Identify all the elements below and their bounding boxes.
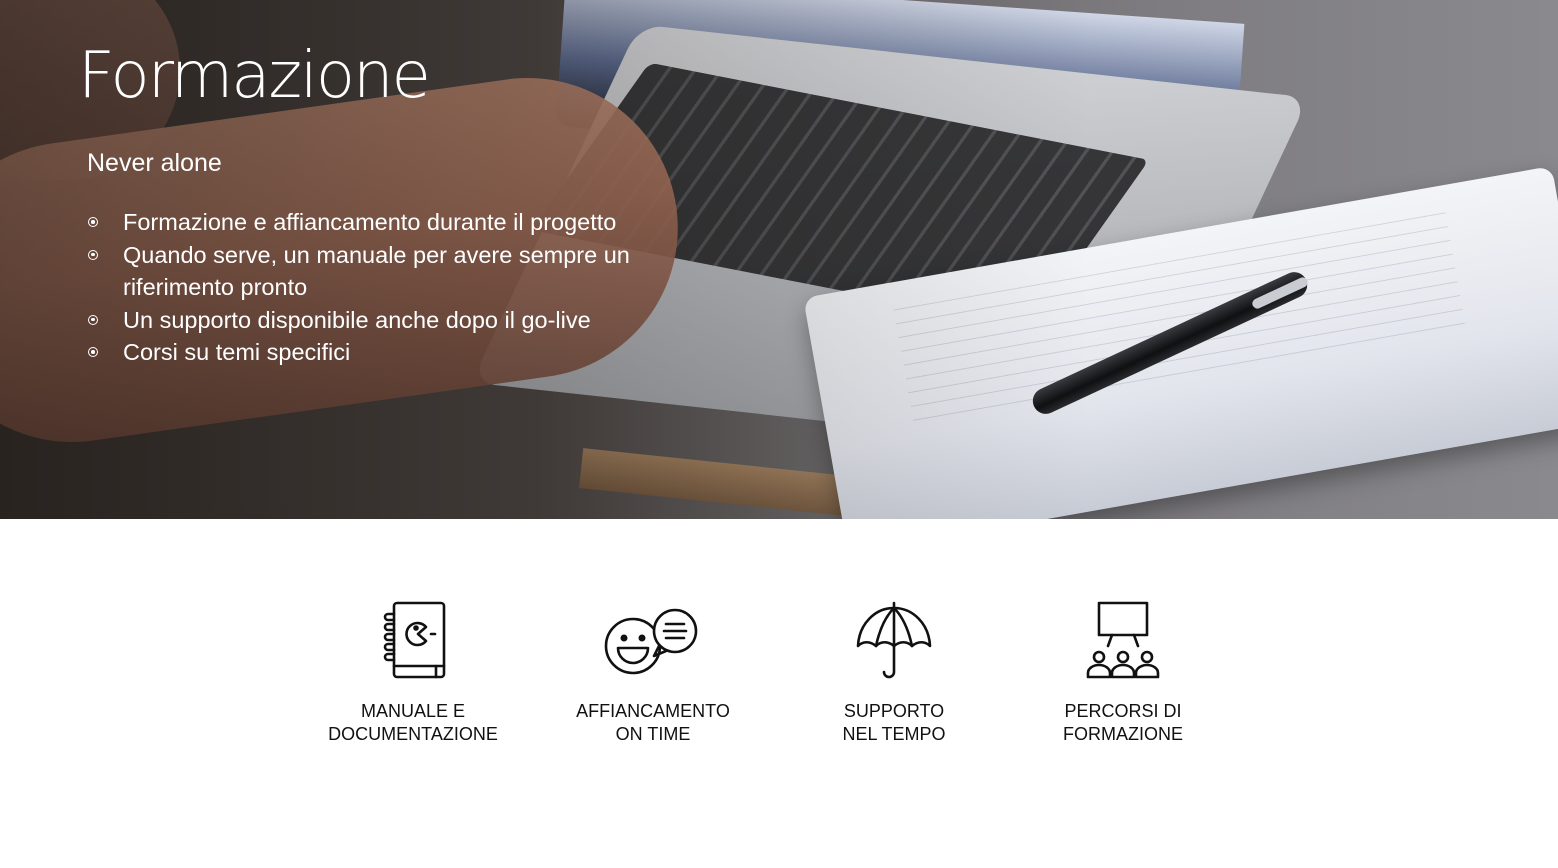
feature-label: SUPPORTO NEL TEMPO: [794, 700, 994, 746]
feature-percorsi: PERCORSI DI FORMAZIONE: [1023, 600, 1223, 746]
hero-banner: Formazione Never alone Formazione e affi…: [0, 0, 1558, 519]
feature-label-line2: NEL TEMPO: [842, 724, 946, 744]
feature-label-line1: AFFIANCAMENTO: [576, 701, 730, 721]
bullet-text: Corsi su temi specifici: [123, 339, 351, 365]
bullet-list: Formazione e affiancamento durante il pr…: [88, 206, 668, 369]
bullet-icon: [88, 314, 98, 325]
bullet-icon: [88, 347, 98, 357]
list-item: Corsi su temi specifici: [88, 336, 668, 369]
bullet-icon: [88, 217, 98, 227]
manual-book-icon: [383, 601, 446, 679]
page-subtitle: Never alone: [87, 149, 222, 177]
list-item: Formazione e affiancamento durante il pr…: [88, 206, 668, 239]
feature-manual: MANUALE E DOCUMENTAZIONE: [313, 600, 513, 746]
bullet-text: Quando serve, un manuale per avere sempr…: [123, 241, 630, 301]
feature-affiancamento: AFFIANCAMENTO ON TIME: [553, 600, 753, 746]
feature-label-line1: SUPPORTO: [843, 701, 945, 721]
presentation-audience-icon: [1086, 601, 1160, 679]
bullet-text: Formazione e affiancamento durante il pr…: [123, 209, 617, 235]
feature-label: PERCORSI DI FORMAZIONE: [1023, 700, 1223, 746]
feature-label-line2: DOCUMENTAZIONE: [328, 724, 498, 744]
page-title: Formazione: [78, 39, 431, 113]
smiley-chat-icon: [604, 608, 698, 675]
list-item: Quando serve, un manuale per avere sempr…: [88, 239, 668, 304]
umbrella-icon: [856, 601, 932, 679]
feature-label-line2: FORMAZIONE: [1063, 724, 1183, 744]
feature-label-line1: MANUALE E: [360, 701, 466, 721]
list-item: Un supporto disponibile anche dopo il go…: [88, 304, 668, 337]
bullet-text: Un supporto disponibile anche dopo il go…: [123, 306, 591, 333]
feature-label-line1: PERCORSI DI: [1064, 701, 1182, 721]
bullet-icon: [88, 249, 98, 260]
feature-label-line2: ON TIME: [615, 724, 691, 744]
feature-supporto: SUPPORTO NEL TEMPO: [794, 600, 994, 746]
features-row: MANUALE E DOCUMENTAZIONE AFFIANCAMENTO O…: [313, 600, 1233, 760]
feature-label: MANUALE E DOCUMENTAZIONE: [313, 700, 513, 746]
feature-label: AFFIANCAMENTO ON TIME: [553, 700, 753, 746]
